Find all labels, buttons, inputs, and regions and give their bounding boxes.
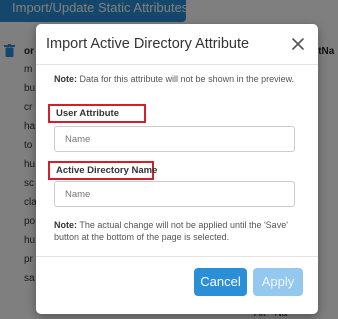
note-label: Note: — [54, 74, 77, 84]
preview-note: Note: Data for this attribute will not b… — [54, 73, 312, 85]
dialog-title: Import Active Directory Attribute — [46, 36, 250, 52]
user-attribute-label: User Attribute — [48, 104, 146, 123]
dialog-header: Import Active Directory Attribute — [36, 24, 318, 65]
active-directory-name-input[interactable] — [54, 181, 295, 207]
apply-button[interactable]: Apply — [253, 268, 303, 296]
footer-divider — [36, 256, 318, 257]
save-note: Note: The actual change will not be appl… — [54, 219, 304, 243]
cancel-button[interactable]: Cancel — [194, 268, 247, 296]
user-attribute-input[interactable] — [54, 126, 295, 152]
note-text: The actual change will not be applied un… — [54, 220, 288, 242]
active-directory-name-label: Active Directory Name — [48, 161, 157, 180]
close-icon[interactable] — [288, 34, 308, 54]
import-ad-attribute-dialog: Import Active Directory Attribute Note: … — [36, 24, 318, 314]
note-text: Data for this attribute will not be show… — [77, 74, 295, 84]
note-label: Note: — [54, 220, 77, 230]
